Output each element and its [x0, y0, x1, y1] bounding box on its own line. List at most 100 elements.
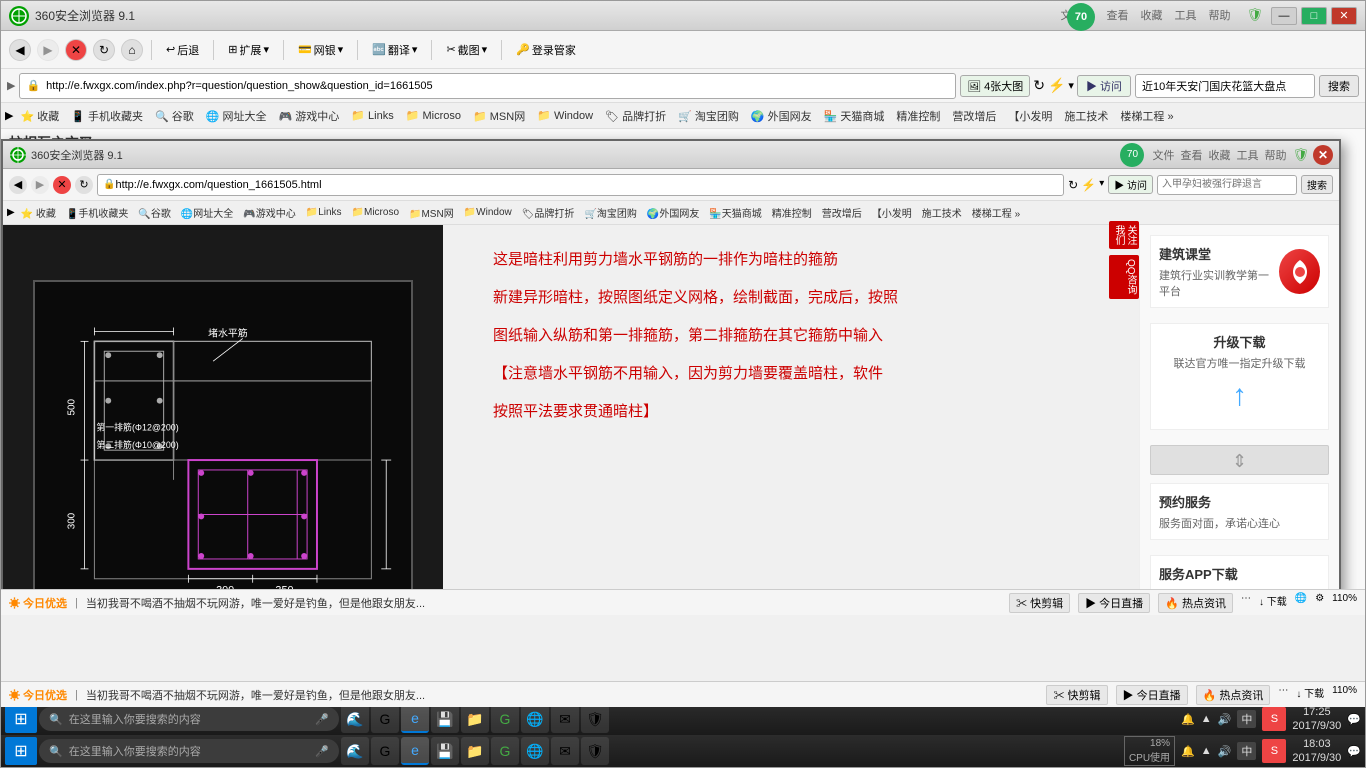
inner-bm-games[interactable]: 🎮游戏中心 [239, 204, 299, 221]
more-icon-lower[interactable]: ⋯ [1278, 685, 1288, 705]
bookmark-games[interactable]: 🎮 游戏中心 [274, 107, 345, 125]
scroll-bar[interactable]: ⇕ [1150, 445, 1329, 475]
inner-bm-stairs[interactable]: 楼梯工程 » [968, 204, 1024, 221]
bookmark-window[interactable]: 📁 Window [532, 108, 598, 123]
taskbar-search-upper[interactable]: 🔍 在这里输入你要搜索的内容 🎤 [39, 707, 339, 731]
inner-dropdown-icon[interactable]: ▾ [1099, 178, 1104, 192]
taskbar-icon-8[interactable]: ✉ [551, 705, 579, 733]
live-btn[interactable]: ▶ 今日直播 [1078, 593, 1150, 613]
bookmark-links[interactable]: 📁 Links [346, 108, 398, 123]
inner-close-button[interactable]: ✕ [1313, 145, 1333, 165]
inner-bm-google[interactable]: 🔍谷歌 [134, 204, 174, 221]
inner-bm-brand[interactable]: 🏷品牌打折 [518, 204, 579, 221]
taskbar-icon-9[interactable]: 🛡 [581, 705, 609, 733]
lower-taskbar-icon-8[interactable]: ✉ [551, 737, 579, 765]
menu-favorites[interactable]: 收藏 [1140, 7, 1162, 25]
bookmark-microsoft[interactable]: 📁 Microso [401, 108, 466, 123]
inner-menu-file[interactable]: 文件 [1152, 147, 1174, 163]
translate-btn[interactable]: 🔤 翻译 ▾ [366, 40, 423, 60]
inner-bm-arrow[interactable]: ▶ [7, 207, 15, 218]
lower-taskbar-icon-5[interactable]: 📁 [461, 737, 489, 765]
refresh-icon[interactable]: ↻ [1033, 77, 1045, 94]
screenshot-btn[interactable]: ✂ 截图 ▾ [440, 40, 493, 60]
inner-bm-microsoft[interactable]: 📁Microso [348, 206, 403, 219]
inner-bm-window[interactable]: 📁Window [460, 206, 516, 219]
lower-taskbar-browser-icon[interactable]: e [401, 737, 429, 765]
menu-view[interactable]: 查看 [1106, 7, 1128, 25]
taskbar-icon-2[interactable]: G [371, 705, 399, 733]
lower-taskbar-icon-6[interactable]: G [491, 737, 519, 765]
bookmark-tax[interactable]: 营改增后 [947, 107, 1001, 125]
notification-btn-upper[interactable]: 💬 [1347, 713, 1361, 726]
inner-bm-urls[interactable]: 🌐网址大全 [177, 204, 237, 221]
bookmark-foreign[interactable]: 🌍 外国网友 [746, 107, 817, 125]
inner-menu-view[interactable]: 查看 [1180, 147, 1202, 163]
netbank-btn[interactable]: 💳 网银 ▾ [292, 40, 349, 60]
inner-search-input[interactable] [1157, 175, 1297, 195]
start-button-upper[interactable]: ⊞ [5, 705, 37, 733]
taskbar-icon-1[interactable]: 🌊 [341, 705, 369, 733]
maximize-button[interactable]: □ [1301, 7, 1327, 25]
start-button-lower[interactable]: ⊞ [5, 737, 37, 765]
inner-bm-foreign[interactable]: 🌍外国网友 [643, 204, 703, 221]
taskbar-icon-6[interactable]: G [491, 705, 519, 733]
zoom-btn[interactable]: 🖼 4张大图 [960, 75, 1030, 97]
taskbar-search-lower[interactable]: 🔍 在这里输入你要搜索的内容 🎤 [39, 739, 339, 763]
more-btn[interactable]: ⋯ [1241, 593, 1251, 613]
taskbar-icon-4[interactable]: 💾 [431, 705, 459, 733]
qq-consult-btn[interactable]: QQ咨询 [1109, 255, 1139, 299]
live-btn-lower[interactable]: ▶ 今日直播 [1116, 685, 1188, 705]
taskbar-icon-5[interactable]: 📁 [461, 705, 489, 733]
home-button[interactable]: ⌂ [121, 39, 143, 61]
download-btn[interactable]: ↓ 下载 [1259, 593, 1287, 613]
bookmarks-arrow[interactable]: ▶ [5, 109, 13, 122]
inner-bm-favorites[interactable]: ⭐ 收藏 [17, 204, 60, 221]
download-btn-lower[interactable]: ↓ 下载 [1296, 685, 1324, 705]
microphone-icon-lower[interactable]: 🎤 [315, 745, 329, 758]
inner-menu-favorites[interactable]: 收藏 [1208, 147, 1230, 163]
menu-help[interactable]: 帮助 [1208, 7, 1230, 25]
settings-icon[interactable]: ⚙ [1315, 593, 1324, 613]
up-arrow-icon[interactable]: ▲ [1201, 713, 1212, 725]
lang-indicator-upper[interactable]: 中 [1237, 710, 1256, 728]
notification-icon-lower[interactable]: 🔔 [1181, 745, 1195, 758]
restore-btn[interactable]: ↩ 后退 [160, 40, 205, 60]
notification-btn-lower[interactable]: 💬 [1347, 745, 1361, 758]
menu-tools[interactable]: 工具 [1174, 7, 1196, 25]
antivirus-lower[interactable]: S [1262, 739, 1286, 763]
search-button[interactable]: 搜索 [1319, 75, 1359, 97]
bookmark-msn[interactable]: 📁 MSN网 [468, 107, 530, 125]
search-input[interactable] [1135, 74, 1315, 98]
inner-address-input[interactable] [115, 179, 1058, 191]
inner-bm-tech[interactable]: 施工技术 [918, 204, 966, 221]
inner-back-btn[interactable]: ◀ [9, 176, 27, 194]
taskbar-icon-7[interactable]: 🌐 [521, 705, 549, 733]
bookmark-google[interactable]: 🔍 谷歌 [150, 107, 199, 125]
hotspot-btn-lower[interactable]: 🔥 热点资讯 [1196, 685, 1271, 705]
bookmark-favorites[interactable]: ⭐ 收藏 [15, 107, 64, 125]
inner-search-btn[interactable]: 搜索 [1301, 175, 1333, 194]
inner-bm-tmall[interactable]: 🏪天猫商城 [705, 204, 765, 221]
inner-stop-btn[interactable]: ✕ [53, 176, 71, 194]
lower-taskbar-icon-2[interactable]: G [371, 737, 399, 765]
speaker-icon[interactable]: 🔊 [1218, 713, 1232, 726]
inner-bm-taobao[interactable]: 🛒淘宝团购 [580, 204, 640, 221]
bookmark-mobile[interactable]: 📱 手机收藏夹 [66, 107, 148, 125]
hotspot-btn[interactable]: 🔥 热点资讯 [1158, 593, 1233, 613]
bookmark-taobao[interactable]: 🛒 淘宝团购 [673, 107, 744, 125]
inner-bm-links[interactable]: 📁Links [302, 206, 346, 219]
inner-bm-msn[interactable]: 📁MSN网 [405, 204, 458, 221]
inner-refresh-btn[interactable]: ↻ [75, 176, 93, 194]
back-button[interactable]: ◀ [9, 39, 31, 61]
visit-button[interactable]: ▶ 访问 [1077, 75, 1131, 97]
news-item-lower[interactable]: 当初我哥不喝酒不抽烟不玩网游，唯一爱好是钓鱼，但是他跟女朋友... [86, 687, 425, 703]
stop-button[interactable]: ✕ [65, 39, 87, 61]
inner-visit-btn[interactable]: ▶ 访问 [1108, 175, 1153, 194]
bookmark-urls[interactable]: 🌐 网址大全 [201, 107, 272, 125]
microphone-icon-upper[interactable]: 🎤 [315, 713, 329, 726]
inner-bm-mobile[interactable]: 📱手机收藏夹 [62, 204, 132, 221]
dropdown-icon[interactable]: ▾ [1068, 79, 1074, 92]
address-input[interactable] [40, 74, 949, 98]
follow-us-btn[interactable]: 关注我们 [1109, 221, 1139, 249]
antivirus-icon-upper[interactable]: S [1262, 707, 1286, 731]
